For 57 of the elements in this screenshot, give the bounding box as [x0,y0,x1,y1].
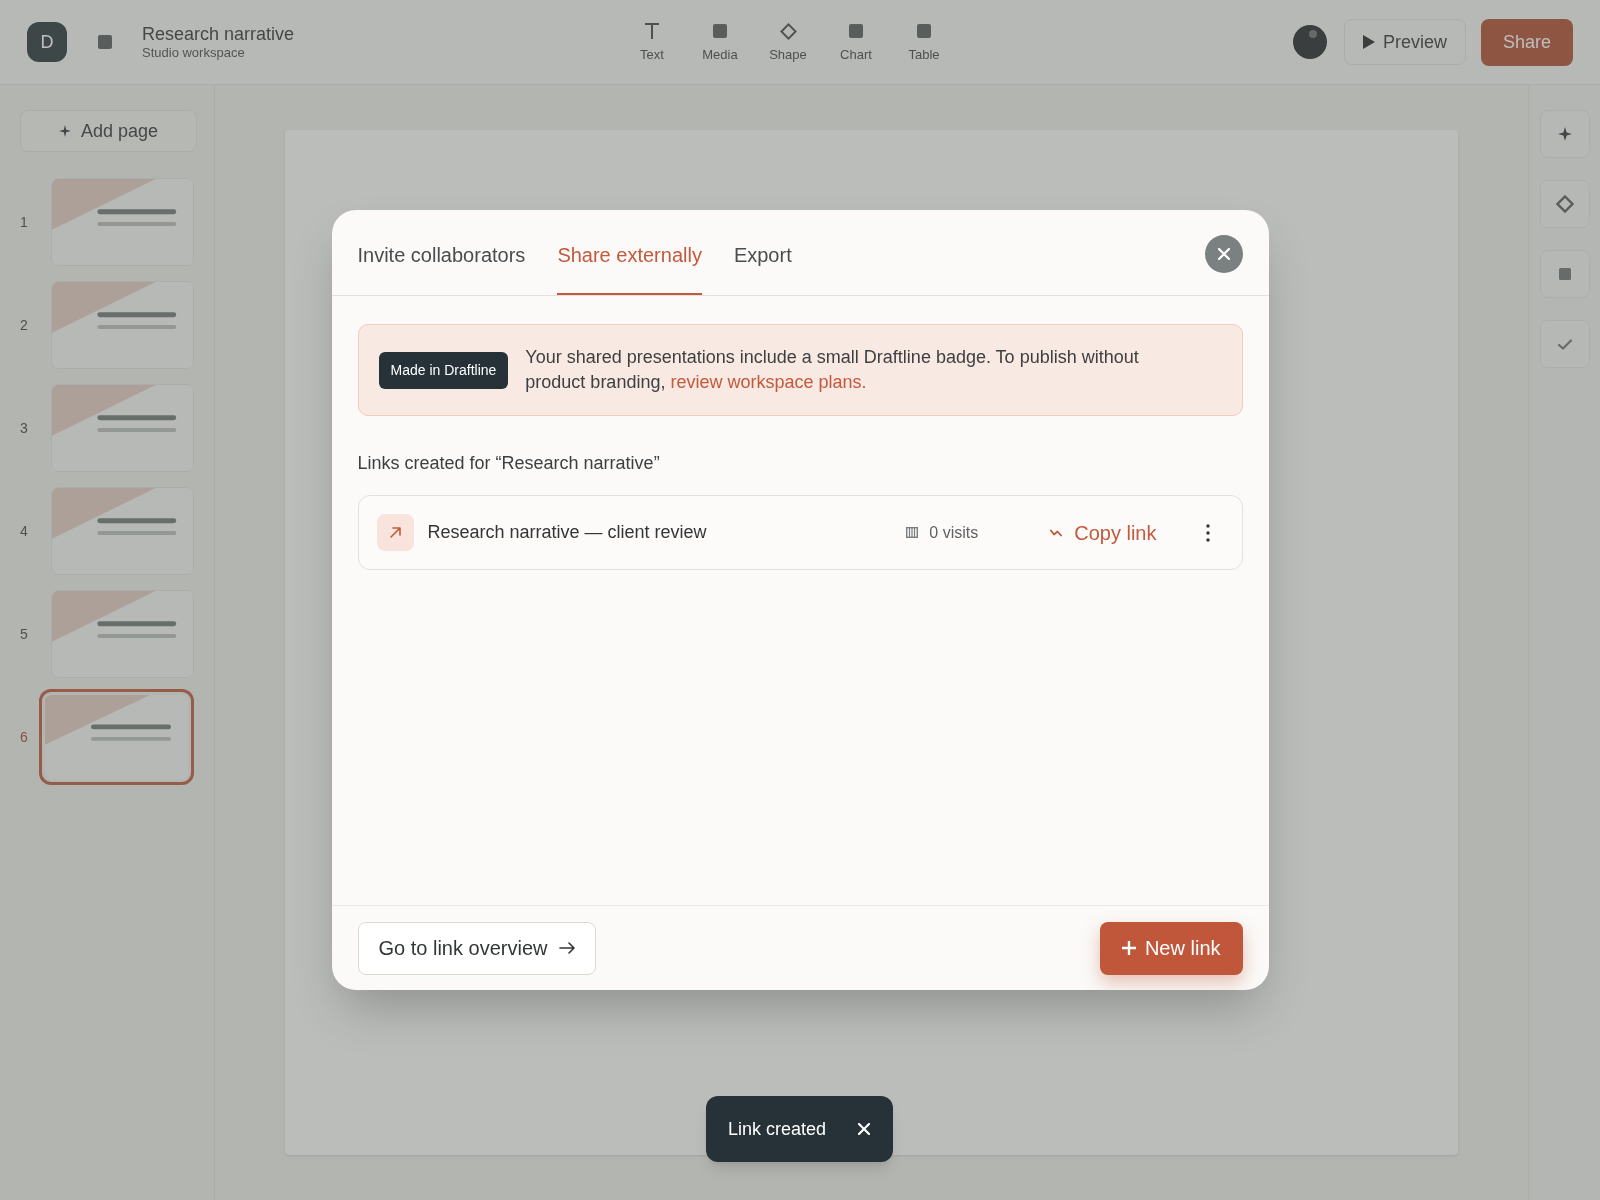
app-logo[interactable]: D [27,22,67,62]
workspace-name: Studio workspace [142,45,246,61]
copy-link-button[interactable]: Copy link [1050,517,1157,548]
page-number: 2 [20,317,28,333]
dialog-tab[interactable]: Share externally [557,243,702,295]
sparkle-icon [58,125,71,137]
play-icon [1362,35,1375,49]
visit-count: 0 visits [929,522,979,543]
square-icon [713,24,727,38]
dialog-tab[interactable]: Export [733,243,792,295]
workspace-plans-link[interactable]: review workspace plans. [670,372,867,392]
bars-icon [906,527,919,538]
close-icon [1217,248,1230,260]
toast-message: Link created [728,1117,827,1141]
rail-tool-button[interactable] [1539,180,1590,228]
close-button[interactable] [1204,235,1243,273]
page-number: 1 [20,214,28,230]
letter-t-icon [645,23,659,39]
diamond-icon [779,22,797,40]
insert-tool-button[interactable]: Shape [760,22,816,62]
check-icon [1557,338,1572,350]
page-number: 5 [20,626,28,642]
toast-close-button[interactable] [855,1120,873,1138]
arrow-up-right-icon [376,514,414,551]
link-title: Research narrative — client review [427,521,707,544]
square-icon [917,24,931,38]
branding-message: Your shared presentations include a small Draftline badge. To publish without product branding, review workspace plans. [525,346,1140,394]
more-icon [1205,523,1210,542]
preview-button[interactable]: Preview [1343,19,1466,65]
diamond-icon [1555,195,1574,213]
sparkle-icon [1557,127,1572,141]
square-icon [1558,268,1571,280]
insert-tool-button[interactable]: Chart [828,22,884,62]
close-icon [858,1123,870,1135]
avatar[interactable] [1292,25,1327,59]
page-number: 6 [20,729,28,745]
page-number: 4 [20,523,28,539]
new-link-button[interactable]: New link [1099,921,1243,975]
page-number: 3 [20,420,28,436]
insert-tool-button[interactable]: Table [896,22,952,62]
rail-tool-button[interactable] [1539,110,1590,158]
arrow-right-icon [559,942,576,954]
document-title: Research narrative [142,23,295,45]
rail-tool-button[interactable] [1539,250,1590,298]
links-heading: Links created for “Research narrative” [357,452,660,475]
squiggle-icon [1050,528,1063,537]
insert-tool-button[interactable]: Media [692,22,748,62]
dialog-tab[interactable]: Invite collaborators [357,243,526,295]
page-thumbnail[interactable] [39,689,194,785]
square-icon [849,24,863,38]
add-page-button[interactable]: Add page [20,110,197,152]
share-button[interactable]: Share [1480,18,1573,66]
link-overview-button[interactable]: Go to link overview [357,921,597,975]
insert-tool-button[interactable]: Text [624,22,680,62]
brand-badge: Made in Draftline [378,351,509,389]
square-icon[interactable] [98,35,112,49]
plus-icon [1121,941,1136,955]
